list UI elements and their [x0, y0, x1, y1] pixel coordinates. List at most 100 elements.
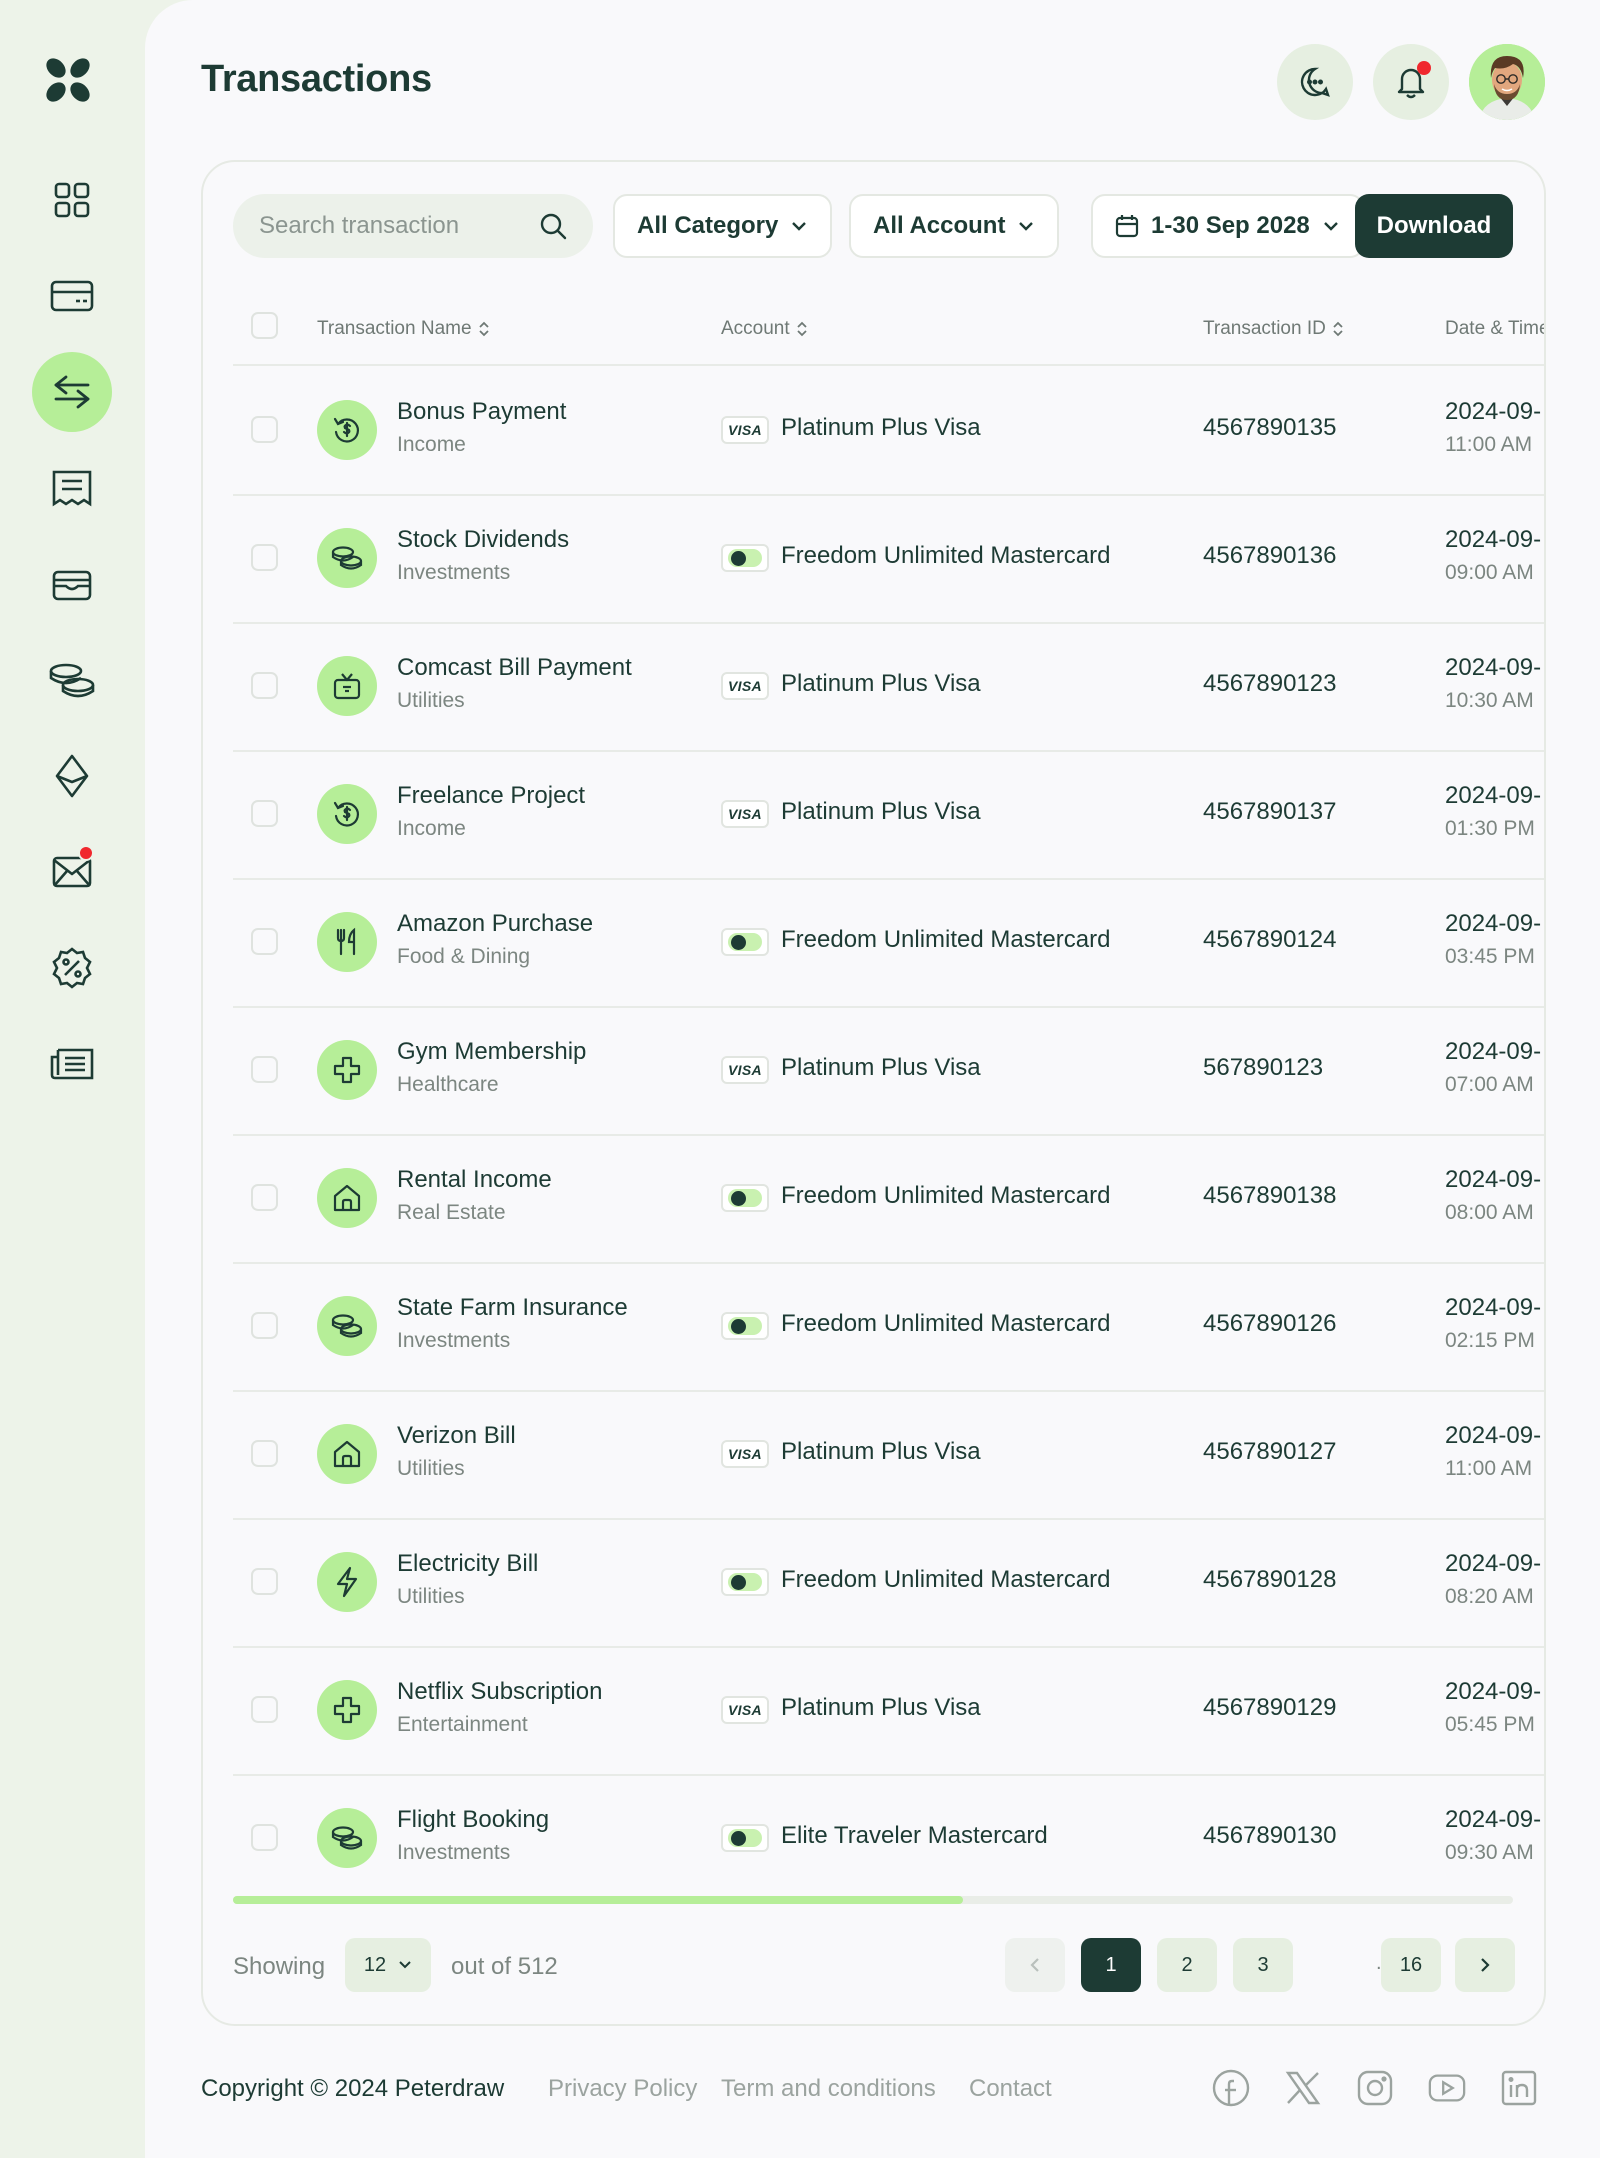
account-name: Freedom Unlimited Mastercard — [781, 1182, 1111, 1209]
table-row[interactable]: Comcast Bill Payment Utilities VISA Platinu… — [203, 622, 1544, 750]
privacy-policy-link[interactable]: Privacy Policy — [548, 2075, 697, 2103]
per-page-select[interactable]: 12 — [345, 1938, 431, 1992]
transaction-category: Income — [397, 433, 466, 456]
transaction-category: Investments — [397, 1841, 511, 1864]
card-type-badge — [721, 1824, 769, 1852]
row-checkbox[interactable] — [251, 1056, 278, 1083]
table-row[interactable]: Electricity Bill Utilities Freedom Unlimit… — [203, 1518, 1544, 1646]
table-row[interactable]: Amazon Purchase Food & Dining Freedom Unli… — [203, 878, 1544, 1006]
card-type-badge: VISA — [721, 1440, 769, 1468]
row-checkbox[interactable] — [251, 928, 278, 955]
card-type-badge — [721, 928, 769, 956]
transaction-name: Bonus Payment — [397, 398, 567, 425]
medical-cross-icon — [332, 1055, 362, 1085]
table-row[interactable]: Flight Booking Investments Elite Traveler … — [203, 1774, 1544, 1902]
table-row[interactable]: Verizon Bill Utilities VISA Platinum Plus V… — [203, 1390, 1544, 1518]
table-row[interactable]: Bonus Payment Income VISA Platinum Plus Vis… — [203, 366, 1544, 494]
sidebar-item-wallet[interactable] — [32, 544, 112, 624]
select-all-checkbox[interactable] — [251, 312, 278, 339]
row-checkbox[interactable] — [251, 1440, 278, 1467]
table-row[interactable]: State Farm Insurance Investments Freedom U… — [203, 1262, 1544, 1390]
page-button-1[interactable]: 1 — [1081, 1938, 1141, 1992]
column-header-date[interactable]: Date & Time — [1445, 318, 1544, 340]
row-checkbox[interactable] — [251, 1696, 278, 1723]
sidebar-item-cards[interactable] — [32, 256, 112, 336]
discount-icon — [52, 947, 92, 989]
table-row[interactable]: Rental Income Real Estate Freedom Unlimite… — [203, 1134, 1544, 1262]
column-header-id[interactable]: Transaction ID — [1203, 318, 1344, 340]
mastercard-logo — [728, 1573, 762, 1591]
prev-page-button[interactable] — [1005, 1938, 1065, 1992]
search-input[interactable]: Search transaction — [233, 194, 593, 258]
scrollbar-thumb[interactable] — [233, 1896, 963, 1904]
terms-link[interactable]: Term and conditions — [721, 2075, 936, 2103]
page-button-last[interactable]: 16 — [1381, 1938, 1441, 1992]
sort-icon — [478, 321, 489, 337]
chat-icon — [1300, 67, 1330, 97]
download-button[interactable]: Download — [1355, 194, 1513, 258]
row-checkbox[interactable] — [251, 800, 278, 827]
table-row[interactable]: Gym Membership Healthcare VISA Platinum Plu… — [203, 1006, 1544, 1134]
notification-badge — [1417, 61, 1431, 75]
facebook-link[interactable] — [1211, 2068, 1251, 2108]
coins-icon — [331, 1824, 363, 1852]
visa-logo: VISA — [728, 678, 762, 694]
linkedin-link[interactable] — [1499, 2068, 1539, 2108]
sidebar-item-invoices[interactable] — [32, 448, 112, 528]
instagram-link[interactable] — [1355, 2068, 1395, 2108]
sidebar-item-messages[interactable] — [32, 832, 112, 912]
category-filter[interactable]: All Category — [613, 194, 833, 258]
sidebar — [0, 0, 145, 2158]
sidebar-item-crypto[interactable] — [32, 736, 112, 816]
column-header-account[interactable]: Account — [721, 318, 808, 340]
grid-icon — [54, 182, 90, 218]
row-checkbox[interactable] — [251, 416, 278, 443]
transaction-date: 2024-09- — [1445, 526, 1542, 553]
chevron-down-icon — [1323, 222, 1338, 231]
account-filter[interactable]: All Account — [849, 194, 1060, 258]
row-checkbox[interactable] — [251, 672, 278, 699]
row-checkbox[interactable] — [251, 1824, 278, 1851]
x-link[interactable] — [1283, 2068, 1323, 2108]
date-filter[interactable]: 1-30 Sep 2028 — [1091, 194, 1364, 258]
category-icon — [317, 1552, 377, 1612]
transaction-date: 2024-09- — [1445, 1806, 1542, 1833]
table-row[interactable]: Stock Dividends Investments Freedom Unlimi… — [203, 494, 1544, 622]
page-button-3[interactable]: 3 — [1233, 1938, 1293, 1992]
chat-button[interactable] — [1277, 44, 1353, 120]
instagram-icon — [1357, 2070, 1393, 2106]
chevron-right-icon — [1481, 1958, 1490, 1972]
transaction-name: Flight Booking — [397, 1806, 550, 1833]
page-button-2[interactable]: 2 — [1157, 1938, 1217, 1992]
row-checkbox[interactable] — [251, 1568, 278, 1595]
column-header-account-label: Account — [721, 318, 790, 339]
youtube-icon — [1428, 2074, 1466, 2102]
column-header-name[interactable]: Transaction Name — [317, 318, 490, 340]
sidebar-item-discounts[interactable] — [32, 928, 112, 1008]
table-row[interactable]: Netflix Subscription Entertainment VISA Pla… — [203, 1646, 1544, 1774]
chevron-down-icon — [792, 222, 807, 231]
next-page-button[interactable] — [1455, 1938, 1515, 1992]
category-filter-value: All Category — [637, 212, 779, 239]
avatar[interactable] — [1469, 44, 1545, 120]
row-checkbox[interactable] — [251, 1312, 278, 1339]
table-row[interactable]: Freelance Project Income VISA Platinum Plus… — [203, 750, 1544, 878]
youtube-link[interactable] — [1427, 2068, 1467, 2108]
sidebar-item-transactions[interactable] — [32, 352, 112, 432]
dollar-refresh-icon — [332, 799, 362, 829]
sidebar-item-dashboard[interactable] — [32, 160, 112, 240]
sidebar-item-reports[interactable] — [32, 1024, 112, 1104]
sort-icon — [1333, 321, 1343, 337]
notifications-button[interactable] — [1373, 44, 1449, 120]
contact-link[interactable]: Contact — [969, 2075, 1052, 2103]
transaction-name: Rental Income — [397, 1166, 552, 1193]
account-name: Freedom Unlimited Mastercard — [781, 542, 1111, 569]
row-checkbox[interactable] — [251, 1184, 278, 1211]
transaction-id: 4567890127 — [1203, 1438, 1337, 1465]
sidebar-item-investments[interactable] — [32, 640, 112, 720]
app-logo[interactable] — [44, 56, 92, 104]
row-checkbox[interactable] — [251, 544, 278, 571]
transaction-category: Food & Dining — [397, 945, 531, 968]
account-name: Platinum Plus Visa — [781, 798, 981, 825]
horizontal-scrollbar[interactable] — [233, 1896, 1513, 1904]
